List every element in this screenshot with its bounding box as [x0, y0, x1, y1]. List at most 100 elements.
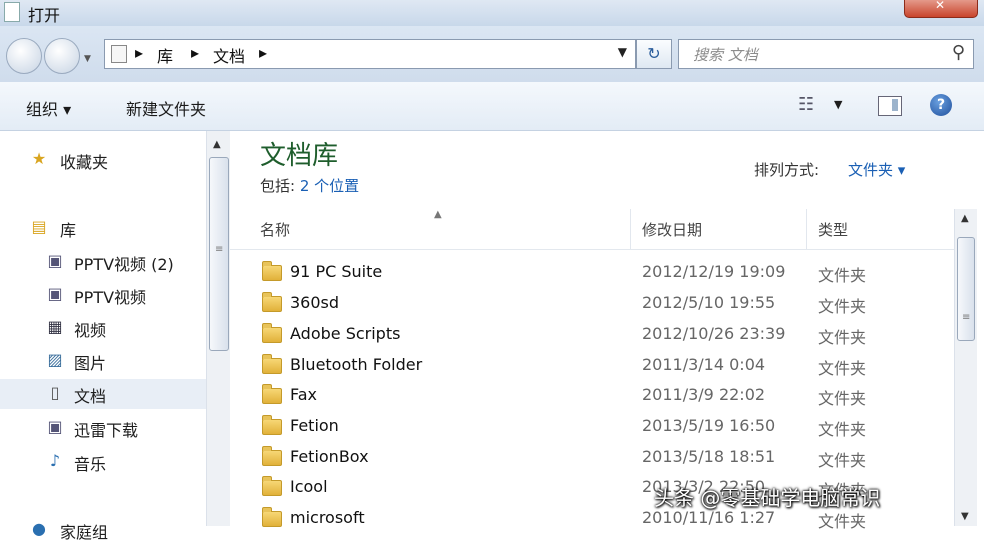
nav-item-label: 视频 — [74, 321, 107, 340]
document-library-icon: ▣ — [47, 251, 63, 270]
nav-item-pptv[interactable]: ▣ PPTV视频 — [0, 280, 206, 310]
nav-item-label: 音乐 — [74, 455, 107, 474]
scroll-up-arrow-icon[interactable]: ▲ — [213, 139, 221, 150]
nav-item-pptv-2[interactable]: ▣ PPTV视频 (2) — [0, 247, 206, 277]
file-type: 文件夹 — [818, 451, 867, 470]
nav-scrollbar[interactable]: ▲ ≡ — [206, 131, 231, 526]
file-name: Bluetooth Folder — [290, 355, 423, 374]
column-divider[interactable] — [630, 209, 631, 249]
column-header-date[interactable]: 修改日期 — [642, 219, 702, 240]
scrollbar-thumb[interactable]: ≡ — [957, 237, 975, 341]
close-button[interactable] — [904, 0, 978, 18]
file-list-area: 文档库 包括: 2 个位置 排列方式: 文件夹 ▾ ▲ 名称 修改日期 类型 9… — [230, 131, 954, 531]
nav-item-documents[interactable]: ▯ 文档 — [0, 379, 206, 409]
library-includes: 包括: 2 个位置 — [260, 175, 359, 196]
scrollbar-thumb[interactable]: ≡ — [209, 157, 229, 351]
arrange-by-dropdown[interactable]: 文件夹 ▾ — [848, 159, 905, 180]
watermark: 头条 @零基础学电脑常识 — [654, 486, 881, 510]
folder-icon — [262, 384, 282, 404]
music-icon: ♪ — [49, 451, 61, 470]
view-dropdown-icon[interactable]: ▼ — [834, 98, 842, 111]
sort-ascending-icon: ▲ — [434, 209, 442, 220]
file-type: 文件夹 — [818, 420, 867, 439]
help-icon[interactable]: ? — [930, 94, 952, 116]
search-input[interactable]: 搜索 文档 ⚲ — [678, 39, 974, 69]
file-type: 文件夹 — [818, 389, 867, 408]
preview-pane-icon[interactable] — [878, 96, 902, 116]
file-date: 2011/3/14 0:04 — [642, 355, 766, 374]
recent-pages-dropdown[interactable]: ▼ — [84, 54, 91, 64]
breadcrumb-documents[interactable]: 文档 — [213, 43, 245, 67]
includes-locations-link[interactable]: 2 个位置 — [300, 177, 359, 195]
folder-icon — [262, 507, 282, 527]
breadcrumb-library[interactable]: 库 — [157, 43, 173, 67]
file-row[interactable]: Fetion 2013/5/19 16:50 文件夹 — [230, 412, 954, 443]
column-header-type[interactable]: 类型 — [818, 219, 848, 240]
file-row[interactable]: 91 PC Suite 2012/12/19 19:09 文件夹 — [230, 258, 954, 289]
forward-button[interactable] — [44, 38, 80, 74]
file-name: 360sd — [290, 293, 340, 312]
search-placeholder: 搜索 文档 — [693, 46, 758, 64]
grip-icon: ≡ — [215, 244, 224, 255]
nav-item-homegroup[interactable]: ● 家庭组 — [0, 515, 206, 545]
file-name: FetionBox — [290, 447, 369, 466]
file-name: 91 PC Suite — [290, 262, 383, 281]
folder-icon — [262, 292, 282, 312]
address-bar[interactable]: ▸ 库 ▸ 文档 ▸ ▼ — [104, 39, 636, 69]
file-row[interactable]: 360sd 2012/5/10 19:55 文件夹 — [230, 289, 954, 320]
library-title: 文档库 — [260, 141, 339, 171]
folder-icon — [262, 415, 282, 435]
folder-icon — [262, 446, 282, 466]
nav-item-label: PPTV视频 — [74, 288, 147, 307]
nav-item-videos[interactable]: ▦ 视频 — [0, 313, 206, 343]
back-button[interactable] — [6, 38, 42, 74]
nav-item-label: 文档 — [74, 387, 107, 406]
file-date: 2012/5/10 19:55 — [642, 293, 776, 312]
command-toolbar: 组织 ▾ 新建文件夹 ☷ ▼ ? — [0, 82, 984, 131]
file-date: 2012/10/26 23:39 — [642, 324, 786, 343]
grip-icon: ≡ — [962, 312, 971, 323]
file-type: 文件夹 — [818, 328, 867, 347]
nav-item-favorites[interactable]: ★ 收藏夹 — [0, 145, 206, 175]
breadcrumb-separator[interactable]: ▸ — [191, 43, 199, 62]
breadcrumb-separator[interactable]: ▸ — [135, 43, 143, 62]
homegroup-icon: ● — [32, 519, 46, 538]
file-name: Adobe Scripts — [290, 324, 401, 343]
navigation-pane: ★ 收藏夹 ▤ 库 ▣ PPTV视频 (2) ▣ PPTV视频 ▦ 视频 ▨ 图… — [0, 131, 206, 542]
file-date: 2012/12/19 19:09 — [642, 262, 786, 281]
document-icon — [4, 2, 20, 22]
nav-item-pictures[interactable]: ▨ 图片 — [0, 346, 206, 376]
file-row[interactable]: FetionBox 2013/5/18 18:51 文件夹 — [230, 443, 954, 474]
nav-item-libraries[interactable]: ▤ 库 — [0, 213, 206, 243]
file-type: 文件夹 — [818, 297, 867, 316]
organize-button[interactable]: 组织 ▾ — [26, 96, 71, 120]
search-icon[interactable]: ⚲ — [952, 42, 965, 63]
document-library-icon: ▣ — [47, 417, 63, 436]
file-type: 文件夹 — [818, 266, 867, 285]
file-row[interactable]: Bluetooth Folder 2011/3/14 0:04 文件夹 — [230, 351, 954, 382]
new-folder-button[interactable]: 新建文件夹 — [126, 96, 206, 120]
column-header-name[interactable]: 名称 — [260, 219, 290, 240]
breadcrumb-separator[interactable]: ▸ — [259, 43, 267, 62]
video-icon: ▦ — [47, 317, 63, 336]
view-details-icon[interactable]: ☷ — [798, 94, 814, 115]
file-name: microsoft — [290, 508, 365, 527]
file-list-scrollbar[interactable]: ▲ ≡ ▼ — [954, 209, 977, 526]
document-library-icon: ▣ — [47, 284, 63, 303]
file-date: 2011/3/9 22:02 — [642, 385, 766, 404]
refresh-button[interactable]: ↻ — [636, 39, 672, 69]
file-row[interactable]: Fax 2011/3/9 22:02 文件夹 — [230, 381, 954, 412]
address-row: ▼ ▸ 库 ▸ 文档 ▸ ▼ ↻ 搜索 文档 ⚲ — [0, 26, 984, 82]
nav-item-music[interactable]: ♪ 音乐 — [0, 447, 206, 477]
nav-item-xunlei-downloads[interactable]: ▣ 迅雷下载 — [0, 413, 206, 443]
picture-icon: ▨ — [47, 350, 63, 369]
includes-label: 包括: — [260, 177, 296, 195]
refresh-icon: ↻ — [647, 44, 661, 63]
column-divider[interactable] — [806, 209, 807, 249]
file-type: 文件夹 — [818, 359, 867, 378]
file-row[interactable]: Adobe Scripts 2012/10/26 23:39 文件夹 — [230, 320, 954, 351]
scroll-up-arrow-icon[interactable]: ▲ — [961, 213, 969, 224]
address-dropdown-icon[interactable]: ▼ — [618, 45, 627, 59]
arrange-by-label: 排列方式: — [754, 161, 820, 179]
scroll-down-arrow-icon[interactable]: ▼ — [961, 511, 969, 522]
